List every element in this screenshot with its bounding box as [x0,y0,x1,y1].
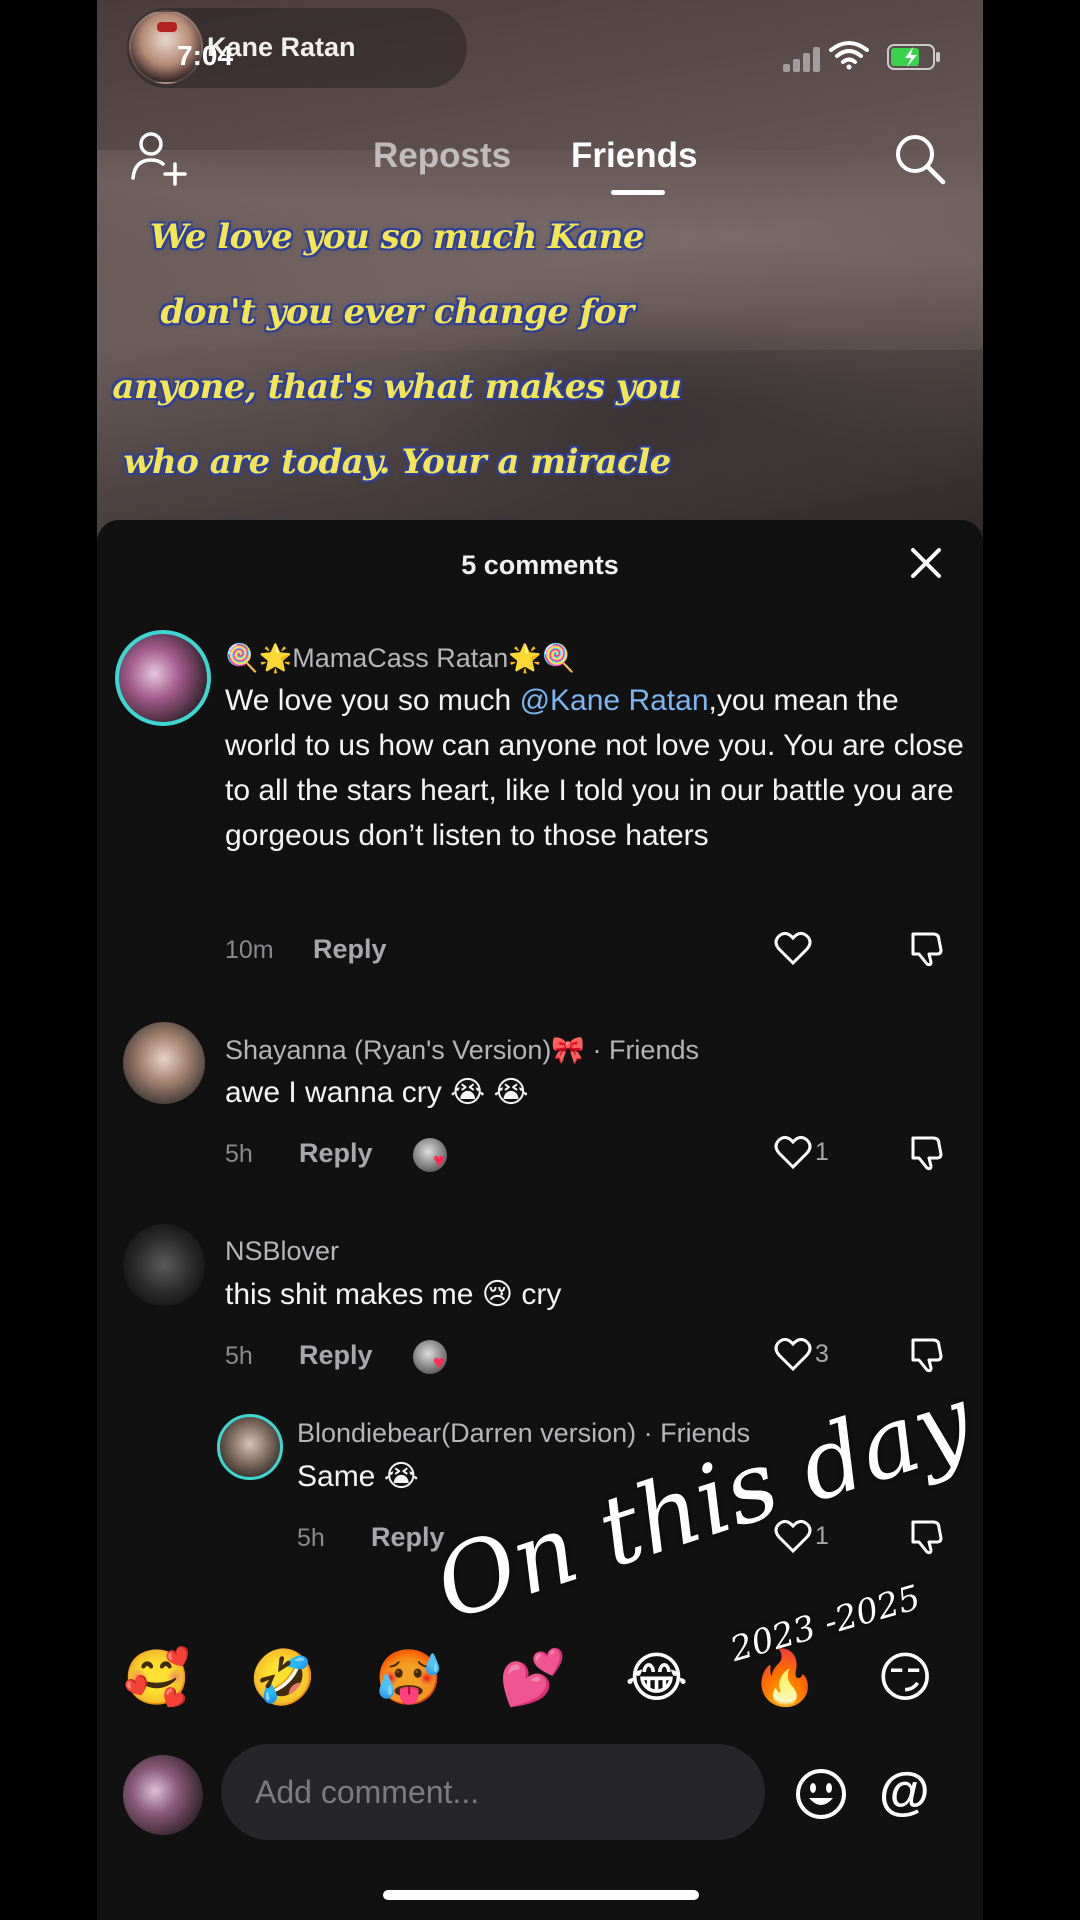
reply-button[interactable]: Reply [299,1340,373,1371]
like-count: 3 [815,1340,829,1368]
comment-username[interactable]: NSBlover [225,1236,339,1267]
signal-icon [783,44,823,72]
add-friend-icon[interactable] [129,128,187,186]
emoji-button[interactable]: 🥵 [375,1638,442,1718]
dislike-icon[interactable] [907,1132,947,1172]
creator-liked-heart-icon: ♥ [433,1352,445,1374]
comment-text: this shit makes me 😢 cry [225,1278,562,1311]
heart-icon[interactable] [773,928,813,968]
comment-username[interactable]: Shayanna (Ryan's Version)🎀 · Friends [225,1034,699,1066]
caption-line: anyone, that's what makes you [112,367,682,407]
heart-icon[interactable] [773,1334,813,1374]
emoji-button[interactable]: 😏 [877,1638,933,1718]
comments-count: 5 comments [461,550,619,580]
reply-button[interactable]: Reply [299,1138,373,1169]
phone-screen: Kane Ratan 7:04 Reposts Friends We love … [97,0,983,1920]
comment-text-part: We love you so much [225,684,520,717]
dislike-icon[interactable] [907,1516,947,1556]
caption-line: We love you so much Kane [149,217,645,257]
active-tab-indicator [611,190,665,195]
comment-time: 5h [225,1342,253,1370]
status-time: 7:04 [177,40,234,71]
comment-text: awe I wanna cry 😭 😭 [225,1076,529,1109]
search-icon[interactable] [891,130,947,186]
comment-mention-link[interactable]: @Kane Ratan [520,684,709,717]
emoji-button[interactable]: 🤣 [249,1638,316,1718]
heart-icon[interactable] [773,1132,813,1172]
caption-line: who are today. Your a miracle [123,442,671,482]
emoji-quick-bar: 🥰 🤣 🥵 💕 😂 🔥 😏 [97,1638,983,1718]
emoji-button[interactable]: 💕 [499,1638,566,1718]
like-count: 1 [815,1522,829,1550]
home-indicator[interactable] [383,1890,699,1900]
commenter-avatar[interactable] [123,1224,205,1306]
dislike-icon[interactable] [907,928,947,968]
comment-username[interactable]: 🍭🌟MamaCass Ratan🌟🍭 [225,642,576,674]
commenter-avatar[interactable] [115,630,211,726]
commenter-avatar[interactable] [123,1022,205,1104]
emoji-picker-icon[interactable] [795,1768,847,1820]
commenter-avatar[interactable] [217,1414,283,1480]
like-count: 1 [815,1138,829,1166]
tab-friends[interactable]: Friends [571,136,697,176]
emoji-button[interactable]: 🥰 [123,1638,190,1718]
close-icon[interactable] [909,546,943,580]
my-avatar [123,1755,203,1835]
battery-charging-icon [887,44,940,70]
comment-time: 5h [297,1524,325,1552]
mention-icon[interactable]: @ [879,1762,930,1822]
comment-username[interactable]: Blondiebear(Darren version) · Friends [297,1418,750,1449]
comment-time: 10m [225,936,274,964]
comment-input[interactable]: Add comment... [221,1744,765,1840]
wifi-icon [829,41,869,70]
creator-liked-heart-icon: ♥ [433,1150,445,1172]
tab-reposts[interactable]: Reposts [373,136,511,176]
overlay-caption: We love you so much Kane don't you ever … [97,200,697,575]
reply-button[interactable]: Reply [313,934,387,965]
caption-line: don't you ever change for [160,292,634,332]
comment-text: We love you so much @Kane Ratan,you mean… [225,678,965,858]
emoji-button[interactable]: 😂 [625,1638,688,1718]
comment-time: 5h [225,1140,253,1168]
comment-input-placeholder: Add comment... [255,1774,480,1810]
